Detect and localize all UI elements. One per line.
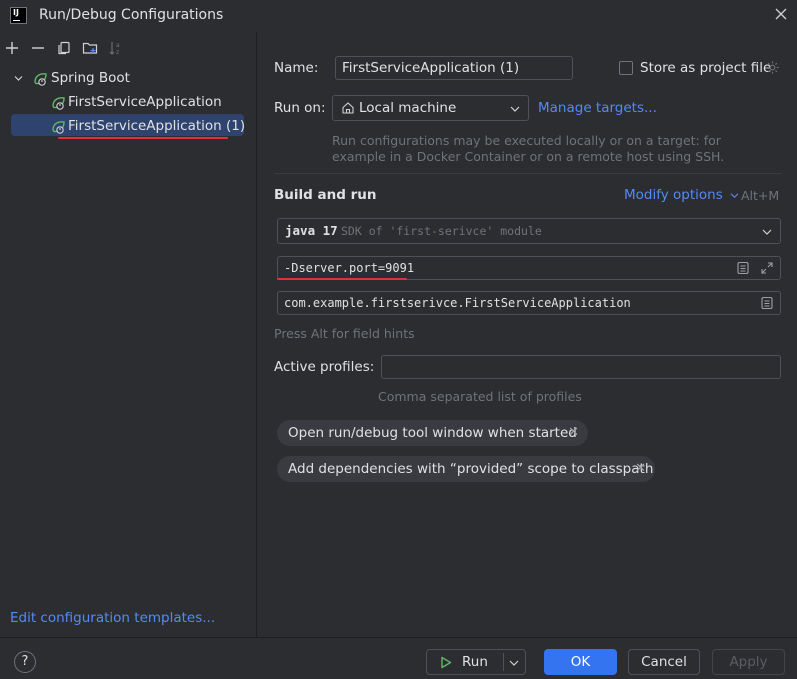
expand-icon[interactable] [760, 261, 774, 275]
ok-button[interactable]: OK [544, 649, 617, 675]
chevron-down-icon [510, 106, 520, 112]
svg-text:a: a [116, 42, 120, 49]
run-on-hint-line-2: example in a Docker Container or on a re… [332, 149, 725, 164]
close-icon[interactable]: ✕ [635, 456, 646, 482]
run-on-hint-line-1: Run configurations may be executed local… [332, 133, 721, 148]
intellij-app-icon: IJ [10, 7, 27, 24]
field-hint: Press Alt for field hints [274, 326, 415, 341]
add-icon[interactable] [4, 40, 20, 56]
tree-item-label: FirstServiceApplication [68, 94, 222, 110]
run-on-label: Run on: [274, 100, 326, 116]
remove-icon[interactable] [30, 40, 46, 56]
jdk-name: java 17 [285, 223, 338, 238]
run-button[interactable]: Run [426, 649, 526, 675]
run-icon [441, 656, 452, 669]
tree-item-label: FirstServiceApplication (1) [68, 118, 246, 134]
active-profiles-field[interactable] [381, 355, 781, 379]
option-tag-open-tool-window[interactable]: Open run/debug tool window when started … [277, 420, 588, 446]
modify-options-label: Modify options [624, 187, 723, 203]
configurations-panel: a z Spring Boot FirstServiceApplication [0, 32, 257, 637]
main-class-field[interactable]: com.example.firstserivce.FirstServiceApp… [277, 291, 781, 315]
section-divider [274, 173, 782, 174]
name-label: Name: [274, 60, 319, 76]
tree-item-first-service-application-1[interactable]: FirstServiceApplication (1) [0, 115, 257, 137]
jdk-description: SDK of 'first-serivce' module [341, 224, 542, 238]
close-icon[interactable] [774, 7, 788, 21]
copy-icon[interactable] [56, 40, 72, 56]
run-button-label: Run [462, 654, 488, 670]
svg-text:z: z [116, 49, 119, 56]
document-icon[interactable] [760, 296, 774, 310]
build-and-run-title: Build and run [274, 187, 377, 203]
cancel-button[interactable]: Cancel [628, 649, 700, 675]
option-tag-provided-scope[interactable]: Add dependencies with “provided” scope t… [277, 456, 655, 482]
modify-options-shortcut: Alt+M [741, 188, 780, 203]
chevron-down-icon [762, 229, 772, 235]
home-icon [342, 102, 354, 114]
split-divider [503, 653, 504, 671]
modify-options-link[interactable]: Modify options [624, 187, 739, 203]
main-class-value: com.example.firstserivce.FirstServiceApp… [284, 296, 631, 310]
gear-icon[interactable] [765, 60, 780, 75]
active-profiles-label: Active profiles: [274, 359, 375, 375]
run-on-select[interactable]: Local machine [332, 95, 529, 121]
vm-options-value: -Dserver.port=9091 [284, 261, 415, 275]
option-tag-label: Add dependencies with “provided” scope t… [288, 461, 654, 477]
edit-configuration-templates-link[interactable]: Edit configuration templates... [10, 610, 215, 626]
tree-item-first-service-application[interactable]: FirstServiceApplication [0, 91, 257, 113]
chevron-down-icon[interactable] [14, 74, 23, 83]
red-annotation-underline [277, 278, 407, 280]
spring-boot-icon [52, 121, 65, 134]
active-profiles-hint: Comma separated list of profiles [378, 389, 582, 404]
window-title: Run/Debug Configurations [39, 7, 224, 23]
close-icon[interactable]: ✕ [568, 420, 579, 446]
name-field[interactable]: FirstServiceApplication (1) [335, 56, 573, 80]
red-annotation-underline [58, 137, 228, 139]
dialog-button-bar: ? Run OK Cancel Apply [0, 637, 797, 679]
title-bar: IJ Run/Debug Configurations [0, 0, 797, 32]
store-as-project-file-checkbox[interactable] [619, 61, 633, 75]
manage-targets-link[interactable]: Manage targets... [538, 100, 657, 116]
sort-icon[interactable]: a z [108, 40, 124, 56]
option-tag-label: Open run/debug tool window when started [288, 425, 577, 441]
spring-boot-icon [34, 73, 47, 86]
document-icon[interactable] [736, 261, 750, 275]
chevron-down-icon [730, 192, 739, 198]
store-as-project-file-label: Store as project file [640, 60, 772, 76]
vm-options-field[interactable]: -Dserver.port=9091 [277, 256, 781, 280]
new-folder-icon[interactable] [82, 40, 98, 56]
chevron-down-icon[interactable] [509, 659, 519, 667]
apply-button[interactable]: Apply [712, 649, 785, 675]
tree-group-spring-boot[interactable]: Spring Boot [0, 67, 257, 89]
tree-group-label: Spring Boot [51, 70, 130, 86]
help-icon[interactable]: ? [14, 651, 36, 673]
spring-boot-icon [52, 97, 65, 110]
configurations-toolbar: a z [0, 36, 257, 60]
jdk-select[interactable]: java 17 SDK of 'first-serivce' module [277, 218, 781, 244]
run-on-value: Local machine [359, 100, 457, 116]
